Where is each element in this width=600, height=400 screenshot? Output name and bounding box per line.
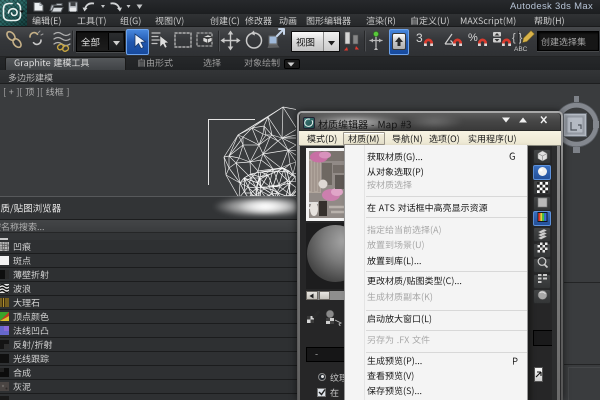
svg-text:ABC: ABC — [514, 46, 528, 53]
svg-text:%: % — [468, 32, 478, 44]
svg-text:3: 3 — [416, 31, 423, 45]
svg-text:{ }: { } — [512, 32, 523, 44]
